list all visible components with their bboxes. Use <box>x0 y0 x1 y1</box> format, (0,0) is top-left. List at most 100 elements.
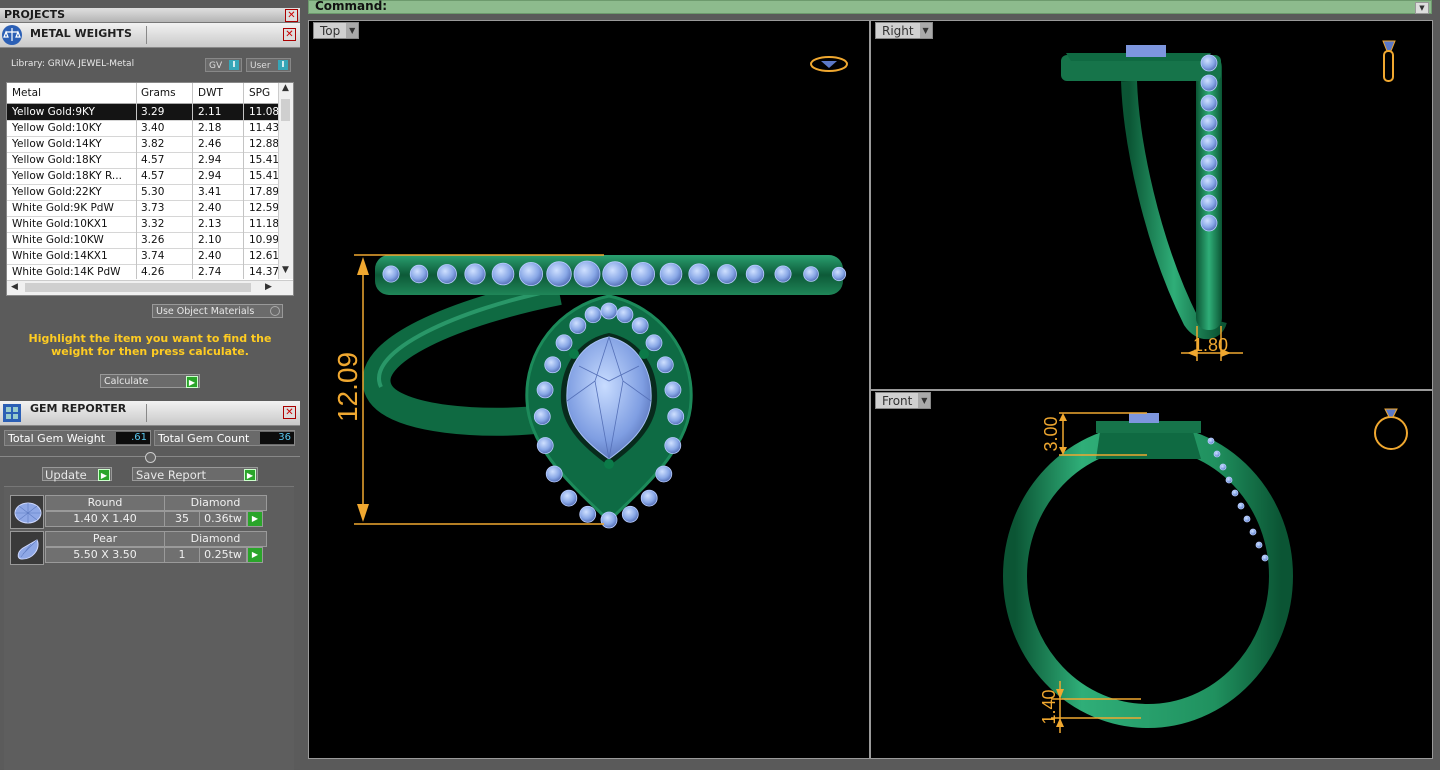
save-report-button[interactable]: Save Report ▶ <box>132 467 258 482</box>
halo-diamond <box>664 381 682 399</box>
update-button[interactable]: Update ▶ <box>42 467 112 482</box>
dwt-value: 2.94 <box>198 154 222 166</box>
gem-report-icon <box>3 404 21 422</box>
metal-row[interactable]: Yellow Gold:18KY 4.57 2.94 15.41 <box>7 152 279 169</box>
gem-select-icon[interactable]: ▶ <box>247 511 263 527</box>
dimension-label-3-00: 3.00 <box>1041 416 1061 451</box>
ring-front-orientation-icon <box>1374 408 1408 450</box>
gem-weight: 0.36tw <box>199 511 247 527</box>
column-header-metal[interactable]: Metal <box>12 87 41 99</box>
splitter-handle-icon[interactable] <box>145 452 156 463</box>
scroll-right-icon[interactable]: ▶ <box>265 282 272 292</box>
shank-diamond <box>1200 194 1218 212</box>
gem-row[interactable]: Pear Diamond 5.50 X 3.50 1 0.25tw ▶ <box>10 531 267 565</box>
scroll-thumb[interactable] <box>281 99 290 121</box>
dwt-value: 2.74 <box>198 266 222 278</box>
halo-diamond <box>579 505 597 523</box>
spg-value: 15.41 <box>249 154 280 166</box>
column-header-spg[interactable]: SPG <box>249 87 270 99</box>
total-gem-count-label: Total Gem Count <box>158 432 250 445</box>
gem-size: 5.50 X 3.50 <box>45 547 165 563</box>
spg-value: 12.59 <box>249 202 280 214</box>
column-header-grams[interactable]: Grams <box>141 87 176 99</box>
gv-toggle[interactable]: GV I <box>205 58 242 72</box>
halo-diamond <box>645 334 663 352</box>
total-gem-count-value: 36 <box>260 432 294 444</box>
halo-diamond <box>600 302 618 320</box>
scroll-down-icon[interactable]: ▼ <box>282 265 289 275</box>
metal-row[interactable]: Yellow Gold:22KY 5.30 3.41 17.89 <box>7 184 279 201</box>
metal-row[interactable]: White Gold:14KX1 3.74 2.40 12.61 <box>7 248 279 265</box>
top-view-render: 12.09 <box>332 56 848 529</box>
metal-row[interactable]: White Gold:10KX1 3.32 2.13 11.18 <box>7 216 279 233</box>
band-diamond <box>573 260 601 288</box>
viewport-right[interactable]: Right ▼ 1.80 <box>870 20 1433 390</box>
user-toggle[interactable]: User I <box>246 58 291 72</box>
halo-diamond <box>545 465 563 483</box>
metal-weights-title: METAL WEIGHTS <box>30 27 132 40</box>
pear-gem-icon <box>10 531 44 565</box>
h-scroll-thumb[interactable] <box>25 283 251 292</box>
band-diamond <box>546 261 572 287</box>
metal-row[interactable]: White Gold:14K PdW 4.26 2.74 14.37 <box>7 264 279 281</box>
side-diamond <box>1207 437 1215 445</box>
command-dropdown-icon[interactable]: ▼ <box>1415 2 1429 14</box>
shank-diamond <box>1200 154 1218 172</box>
ring-side-orientation-icon <box>1382 40 1396 82</box>
total-gem-weight-value: .61 <box>116 432 150 444</box>
total-gem-weight-label: Total Gem Weight <box>8 432 106 445</box>
shank-diamond <box>1200 114 1218 132</box>
grams-value: 3.74 <box>141 250 165 262</box>
calculate-button[interactable]: Calculate ▶ <box>100 374 200 388</box>
metal-name: Yellow Gold:14KY <box>12 138 102 150</box>
grams-value: 4.57 <box>141 170 165 182</box>
viewport-top[interactable]: Top ▼ 12.09 <box>308 20 870 759</box>
metal-row[interactable]: Yellow Gold:14KY 3.82 2.46 12.88 <box>7 136 279 153</box>
scroll-up-icon[interactable]: ▲ <box>282 83 289 93</box>
dwt-value: 2.94 <box>198 170 222 182</box>
play-icon: ▶ <box>98 469 110 481</box>
metal-name: Yellow Gold:9KY <box>12 106 95 118</box>
metal-row[interactable]: Yellow Gold:9KY 3.29 2.11 11.08 <box>7 104 279 121</box>
column-header-dwt[interactable]: DWT <box>198 87 223 99</box>
side-diamond <box>1237 502 1245 510</box>
shank-diamond <box>1200 214 1218 232</box>
gem-row[interactable]: Round Diamond 1.40 X 1.40 35 0.36tw ▶ <box>10 495 267 529</box>
scroll-left-icon[interactable]: ◀ <box>11 282 18 292</box>
viewport-front[interactable]: Front ▼ 3.00 1.40 <box>870 390 1433 759</box>
total-gem-weight-field: Total Gem Weight .61 <box>4 430 151 446</box>
metal-table-header: Metal Grams DWT SPG <box>7 83 279 104</box>
table-horizontal-scrollbar[interactable]: ◀ ▶ <box>7 280 293 295</box>
band-diamond <box>717 264 737 284</box>
command-bar[interactable]: Command: ▼ <box>308 0 1432 14</box>
metal-row[interactable]: White Gold:9K PdW 3.73 2.40 12.59 <box>7 200 279 217</box>
gem-count: 1 <box>164 547 200 563</box>
metal-row[interactable]: Yellow Gold:18KY R... 4.57 2.94 15.41 <box>7 168 279 185</box>
halo-diamond <box>656 356 674 374</box>
side-diamond <box>1231 489 1239 497</box>
gem-list: Round Diamond 1.40 X 1.40 35 0.36tw ▶ Pe… <box>4 486 294 770</box>
radio-icon <box>270 306 280 316</box>
use-object-materials-toggle[interactable]: Use Object Materials <box>152 304 283 318</box>
halo-diamond <box>536 437 554 454</box>
shank-diamond <box>1200 134 1218 152</box>
grams-value: 3.40 <box>141 122 165 134</box>
grams-value: 3.29 <box>141 106 165 118</box>
play-icon: ▶ <box>186 376 198 388</box>
gem-reporter-header: GEM REPORTER ✕ <box>0 401 300 426</box>
play-icon: ▶ <box>244 469 256 481</box>
shank-diamond <box>1200 174 1218 192</box>
gem-reporter-close-icon[interactable]: ✕ <box>283 406 296 419</box>
metal-row[interactable]: Yellow Gold:10KY 3.40 2.18 11.43 <box>7 120 279 137</box>
projects-close-icon[interactable]: ✕ <box>285 9 298 22</box>
metal-row[interactable]: White Gold:10KW 3.26 2.10 10.99 <box>7 232 279 249</box>
dwt-value: 2.40 <box>198 250 222 262</box>
side-diamond <box>1219 463 1227 471</box>
metal-name: Yellow Gold:18KY R... <box>12 170 122 182</box>
table-vertical-scrollbar[interactable]: ▲ ▼ <box>278 83 293 279</box>
gem-select-icon[interactable]: ▶ <box>247 547 263 563</box>
dwt-value: 2.46 <box>198 138 222 150</box>
band-diamond <box>602 261 628 287</box>
metal-weights-close-icon[interactable]: ✕ <box>283 28 296 41</box>
halo-diamond <box>569 317 587 335</box>
